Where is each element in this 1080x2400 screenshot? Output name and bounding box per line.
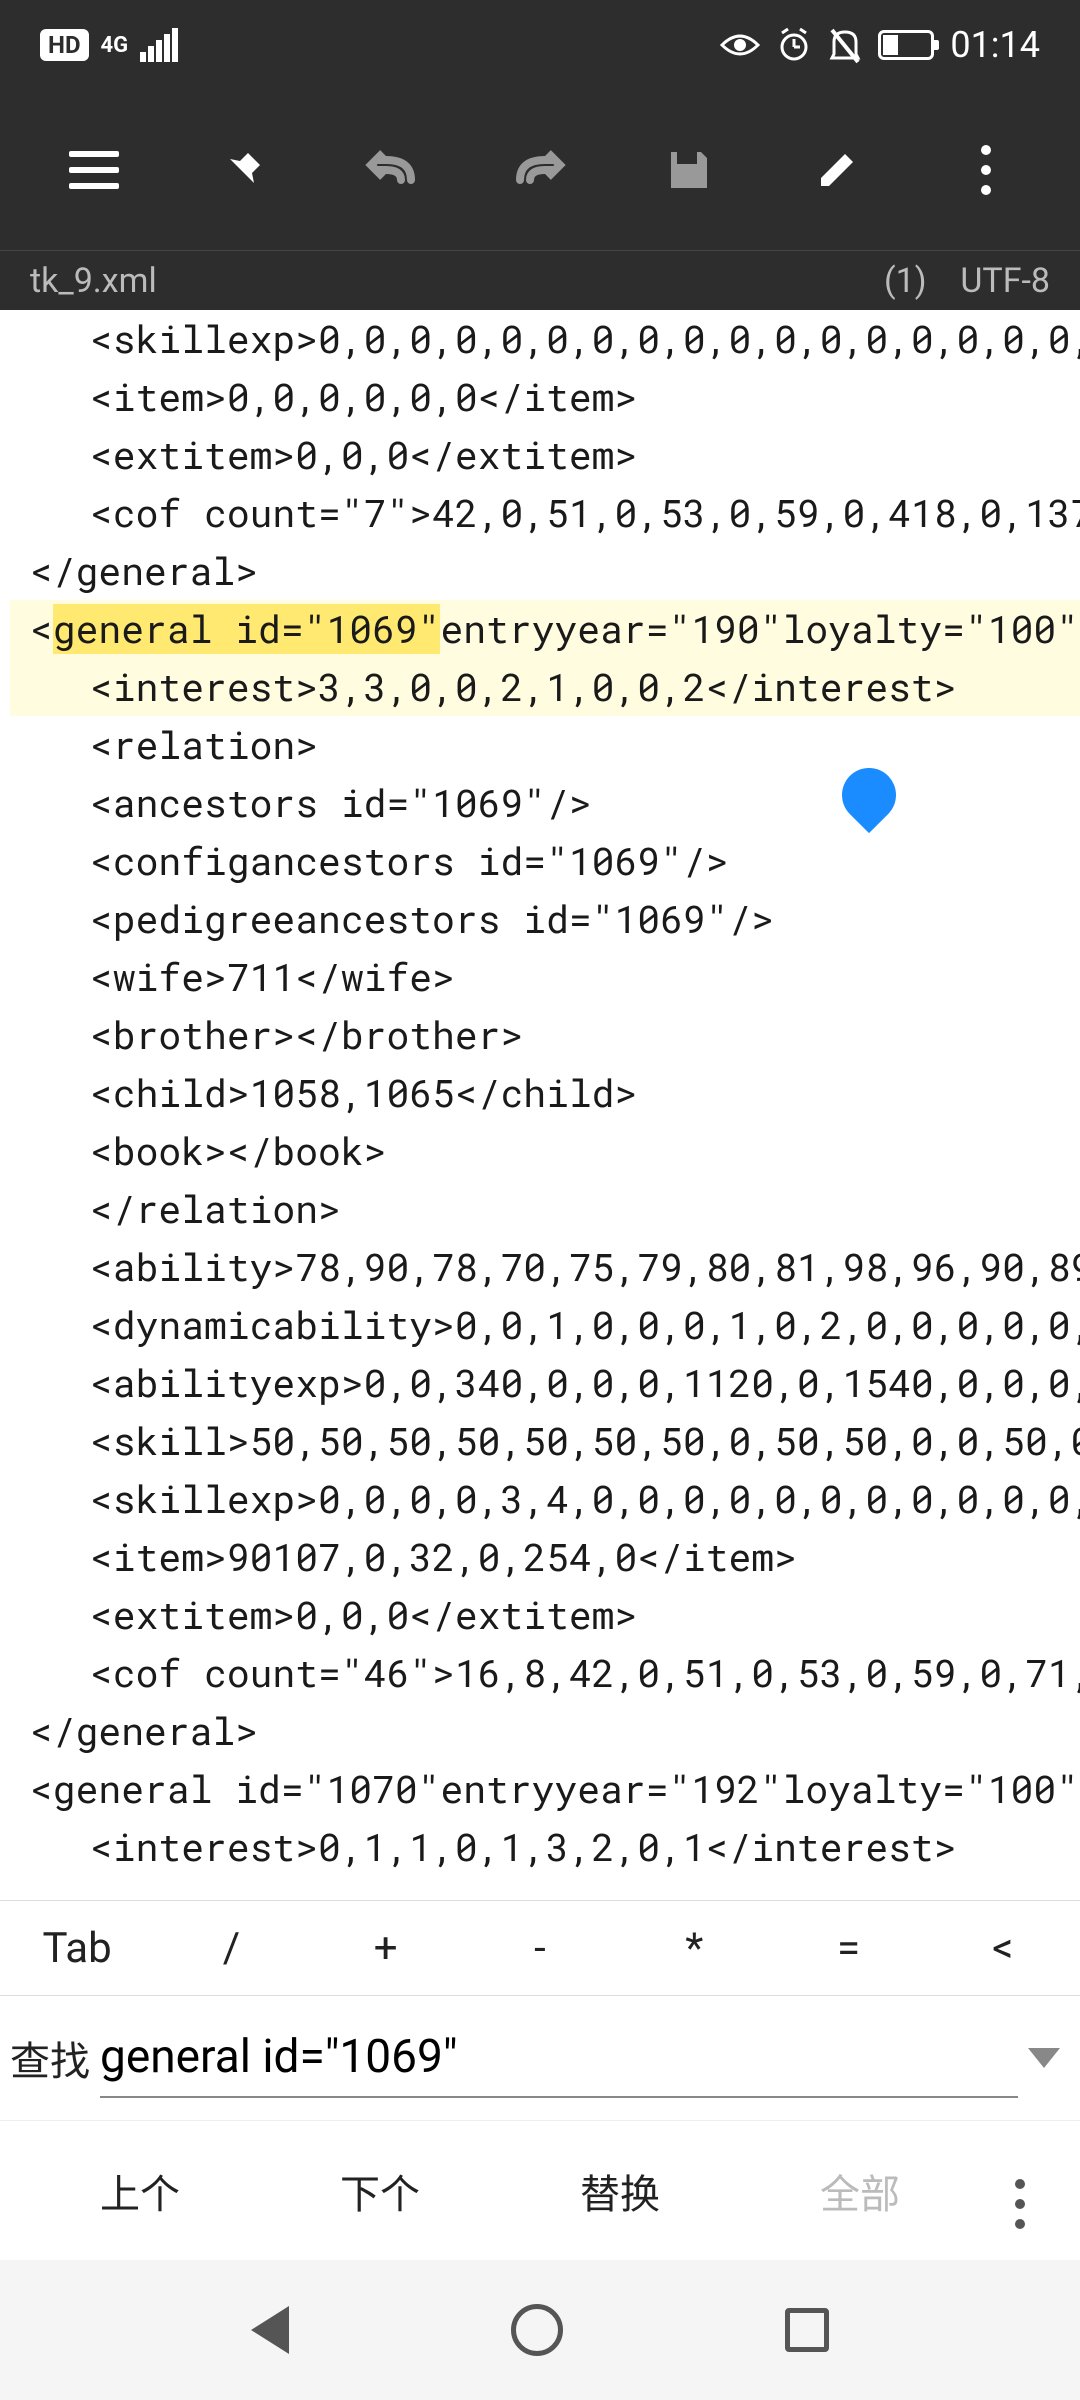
save-button[interactable] [614,90,763,250]
code-line[interactable]: <interest>3,3,0,0,2,1,0,0,2</interest> [10,658,1080,716]
replace-button[interactable]: 替换 [500,2162,740,2220]
mute-icon [828,26,862,64]
find-prev-button[interactable]: 上个 [20,2162,260,2220]
recent-square-icon [785,2308,829,2352]
find-actions: 上个 下个 替换 全部 [0,2120,1080,2260]
code-editor[interactable]: <skillexp>0,0,0,0,0,0,0,0,0,0,0,0,0,0,0,… [0,310,1080,1900]
redo-icon [510,150,570,190]
find-input[interactable] [100,2018,1018,2098]
code-line[interactable]: <cof count="46">16,8,42,0,51,0,53,0,59,0… [10,1644,1080,1702]
edit-button[interactable] [763,90,912,250]
code-line[interactable]: </general> [10,542,1080,600]
nav-home-button[interactable] [511,2304,563,2356]
code-line[interactable]: <child>1058,1065</child> [10,1064,1080,1122]
network-label: 4G [101,33,129,58]
replace-all-button[interactable]: 全部 [740,2162,980,2220]
alarm-icon [776,27,812,63]
undo-button[interactable] [317,90,466,250]
code-line[interactable]: <extitem>0,0,0</extitem> [10,1586,1080,1644]
symbol-key[interactable]: < [926,1924,1080,1973]
code-line[interactable]: <skill>50,50,50,50,50,50,50,0,50,50,0,0,… [10,1412,1080,1470]
nav-recent-button[interactable] [785,2308,829,2352]
code-line[interactable]: <general id="1069"entryyear="190"loyalty… [10,600,1080,658]
symbol-key[interactable]: Tab [0,1924,154,1973]
code-line[interactable]: <extitem>0,0,0</extitem> [10,426,1080,484]
find-bar: 查找 [0,1996,1080,2120]
code-line[interactable]: </general> [10,1702,1080,1760]
signal-icon [140,28,178,62]
redo-button[interactable] [466,90,615,250]
code-line[interactable]: <abilityexp>0,0,340,0,0,0,1120,0,1540,0,… [10,1354,1080,1412]
menu-button[interactable] [20,90,169,250]
system-nav-bar [0,2260,1080,2400]
code-line[interactable]: <item>0,0,0,0,0,0</item> [10,368,1080,426]
clock-text: 01:14 [950,24,1040,66]
symbol-key[interactable]: = [771,1924,925,1973]
hd-badge: HD [40,29,89,61]
code-line[interactable]: <skillexp>0,0,0,0,0,0,0,0,0,0,0,0,0,0,0,… [10,310,1080,368]
home-circle-icon [511,2304,563,2356]
symbol-key[interactable]: + [309,1924,463,1973]
code-line[interactable]: <ability>78,90,78,70,75,79,80,81,98,96,9… [10,1238,1080,1296]
hamburger-icon [69,151,119,189]
code-line[interactable]: <skillexp>0,0,0,0,3,4,0,0,0,0,0,0,0,0,0,… [10,1470,1080,1528]
symbol-toolbar: Tab/+-*=< [0,1900,1080,1996]
app-toolbar [0,90,1080,250]
code-line[interactable]: <interest>0,1,1,0,1,3,2,0,1</interest> [10,1818,1080,1876]
undo-icon [361,150,421,190]
symbol-key[interactable]: * [617,1924,771,1973]
code-line[interactable]: <book></book> [10,1122,1080,1180]
filename-label: tk_9.xml [30,261,157,301]
code-line[interactable]: <cof count="7">42,0,51,0,53,0,59,0,418,0… [10,484,1080,542]
battery-icon [878,30,934,60]
find-label: 查找 [10,2029,90,2087]
back-triangle-icon [251,2306,289,2354]
encoding-label: UTF-8 [960,261,1050,301]
code-line[interactable]: <relation> [10,716,1080,774]
status-bar: HD 4G 01:14 [0,0,1080,90]
save-icon [665,146,713,194]
dropdown-icon[interactable] [1028,2048,1060,2068]
code-line[interactable]: <wife>711</wife> [10,948,1080,1006]
file-info-bar: tk_9.xml (1) UTF-8 [0,250,1080,310]
symbol-key[interactable]: / [154,1924,308,1973]
code-line[interactable]: <ancestors id="1069"/> [10,774,1080,832]
find-overflow-button[interactable] [980,2152,1060,2229]
eye-icon [720,31,760,59]
code-line[interactable]: <brother></brother> [10,1006,1080,1064]
code-line[interactable]: <configancestors id="1069"/> [10,832,1080,890]
pin-icon [218,145,268,195]
nav-back-button[interactable] [251,2306,289,2354]
code-line[interactable]: <general id="1070"entryyear="192"loyalty… [10,1760,1080,1818]
more-vertical-icon [981,145,991,195]
code-line[interactable]: </relation> [10,1180,1080,1238]
symbol-key[interactable]: - [463,1924,617,1973]
overflow-button[interactable] [911,90,1060,250]
more-vertical-icon [1015,2179,1025,2229]
match-count: (1) [884,261,927,301]
code-line[interactable]: <dynamicability>0,0,1,0,0,0,1,0,2,0,0,0,… [10,1296,1080,1354]
pencil-icon [813,146,861,194]
pin-button[interactable] [169,90,318,250]
code-line[interactable]: <item>90107,0,32,0,254,0</item> [10,1528,1080,1586]
find-next-button[interactable]: 下个 [260,2162,500,2220]
search-match: general id="1069" [53,604,441,654]
code-line[interactable]: <pedigreeancestors id="1069"/> [10,890,1080,948]
